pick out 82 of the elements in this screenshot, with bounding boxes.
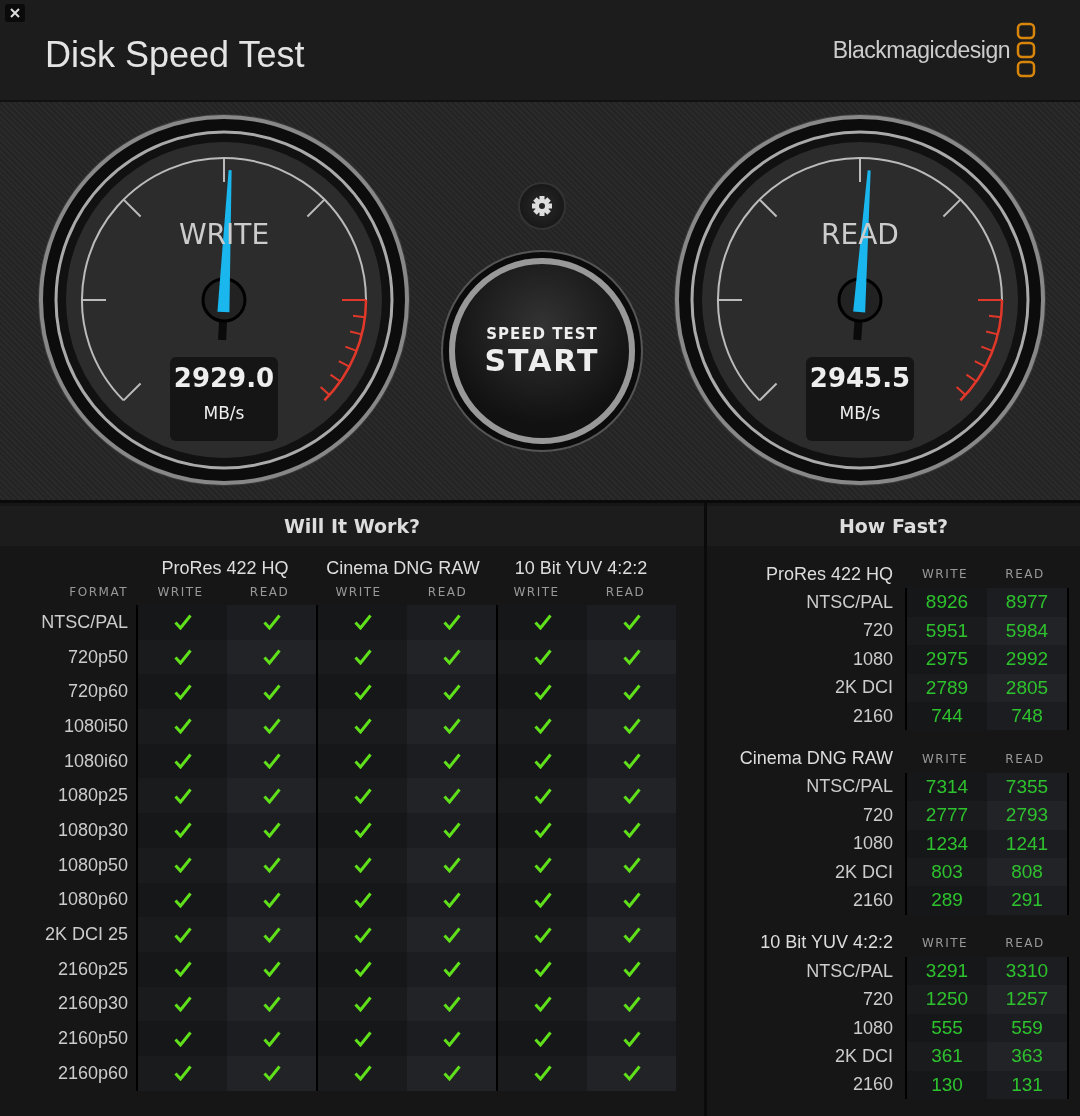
speed-unit: MB/s	[203, 403, 245, 423]
format-label: 1080i60	[62, 750, 129, 772]
write-speed: 2777	[905, 801, 987, 830]
read-speed: 363	[987, 1042, 1069, 1071]
format-label: 720p50	[66, 646, 129, 668]
format-label: 1080i50	[62, 715, 129, 737]
format-label: 720p60	[66, 681, 129, 703]
column-heading: READ	[1004, 567, 1046, 582]
read-speed: 291	[987, 886, 1069, 915]
format-label: 2160p50	[56, 1028, 129, 1050]
column-heading: READ	[248, 585, 291, 601]
write-speed: 5951	[905, 616, 987, 646]
format-label: NTSC/PAL	[805, 960, 894, 982]
column-heading: WRITE	[920, 751, 970, 766]
close-button[interactable]	[5, 4, 25, 22]
read-speed: 5984	[987, 616, 1069, 646]
format-label: 720	[861, 804, 894, 826]
speed-value: 2929.0	[173, 363, 275, 393]
column-heading: FORMAT	[68, 585, 129, 601]
column-heading: READ	[426, 585, 469, 601]
format-label: 1080	[851, 1017, 894, 1039]
format-label: 2K DCI	[833, 677, 894, 699]
column-heading: READ	[1004, 935, 1046, 950]
column-heading: WRITE	[334, 585, 383, 601]
column-heading: WRITE	[920, 567, 970, 582]
format-label: NTSC/PAL	[805, 592, 894, 614]
read-speed: 8977	[987, 588, 1069, 617]
format-label: 2160	[851, 1074, 894, 1096]
format-label: 1080p60	[56, 889, 129, 911]
panel-header: How Fast?	[707, 506, 1080, 546]
format-label: 2160	[851, 705, 894, 727]
format-label: 2160p30	[56, 993, 129, 1015]
write-speed: 803	[905, 857, 987, 887]
format-label: 1080	[851, 648, 894, 670]
read-speed: 7355	[987, 772, 1069, 802]
format-label: NTSC/PAL	[40, 611, 129, 633]
format-label: 1080p50	[56, 854, 129, 876]
window-title: Disk Speed Test	[45, 34, 305, 76]
read-speed: 808	[987, 857, 1069, 887]
format-label: 2K DCI	[833, 861, 894, 883]
read-speed: 748	[987, 701, 1069, 731]
read-speed: 1257	[987, 985, 1069, 1014]
settings-button[interactable]	[518, 182, 566, 230]
format-label: 2160p25	[56, 958, 129, 980]
read-speed: 3310	[987, 957, 1069, 986]
codec-heading: Cinema DNG RAW	[738, 748, 894, 770]
brand-name: Blackmagicdesign	[832, 36, 1010, 64]
read-speed: 2805	[987, 673, 1069, 702]
speed-unit: MB/s	[839, 403, 881, 423]
format-label: 2K DCI 25	[43, 924, 129, 946]
logo-icon	[1016, 22, 1036, 78]
column-heading: WRITE	[512, 585, 561, 601]
codec-heading: Cinema DNG RAW	[325, 558, 481, 580]
column-heading: READ	[604, 585, 647, 601]
codec-heading: ProRes 422 HQ	[764, 563, 894, 585]
write-speed: 2789	[905, 673, 987, 702]
format-label: 1080p30	[56, 819, 129, 841]
panel-header: Will It Work?	[0, 506, 704, 546]
format-label: 720	[861, 620, 894, 642]
read-speed: 131	[987, 1070, 1069, 1100]
format-label: 1080	[851, 833, 894, 855]
read-speed: 2992	[987, 645, 1069, 674]
write-speed: 1250	[905, 985, 987, 1014]
column-heading: WRITE	[156, 585, 205, 601]
codec-heading: ProRes 422 HQ	[160, 558, 290, 580]
format-label: NTSC/PAL	[805, 776, 894, 798]
close-icon	[10, 8, 20, 18]
speed-value: 2945.5	[809, 363, 911, 393]
read-speed: 2793	[987, 801, 1069, 830]
column-heading: READ	[1004, 751, 1046, 766]
format-label: 720	[861, 989, 894, 1011]
format-label: 2160p60	[56, 1062, 129, 1084]
write-speed: 361	[905, 1042, 987, 1071]
format-label: 2K DCI	[833, 1045, 894, 1067]
read-speed: 1241	[987, 829, 1069, 858]
settings-icon	[531, 195, 553, 217]
codec-heading: 10 Bit YUV 4:2:2	[513, 558, 649, 580]
read-speed: 559	[987, 1013, 1069, 1043]
format-label: 1080p25	[56, 785, 129, 807]
column-heading: WRITE	[920, 935, 970, 950]
format-label: 2160	[851, 890, 894, 911]
codec-heading: 10 Bit YUV 4:2:2	[759, 932, 894, 954]
